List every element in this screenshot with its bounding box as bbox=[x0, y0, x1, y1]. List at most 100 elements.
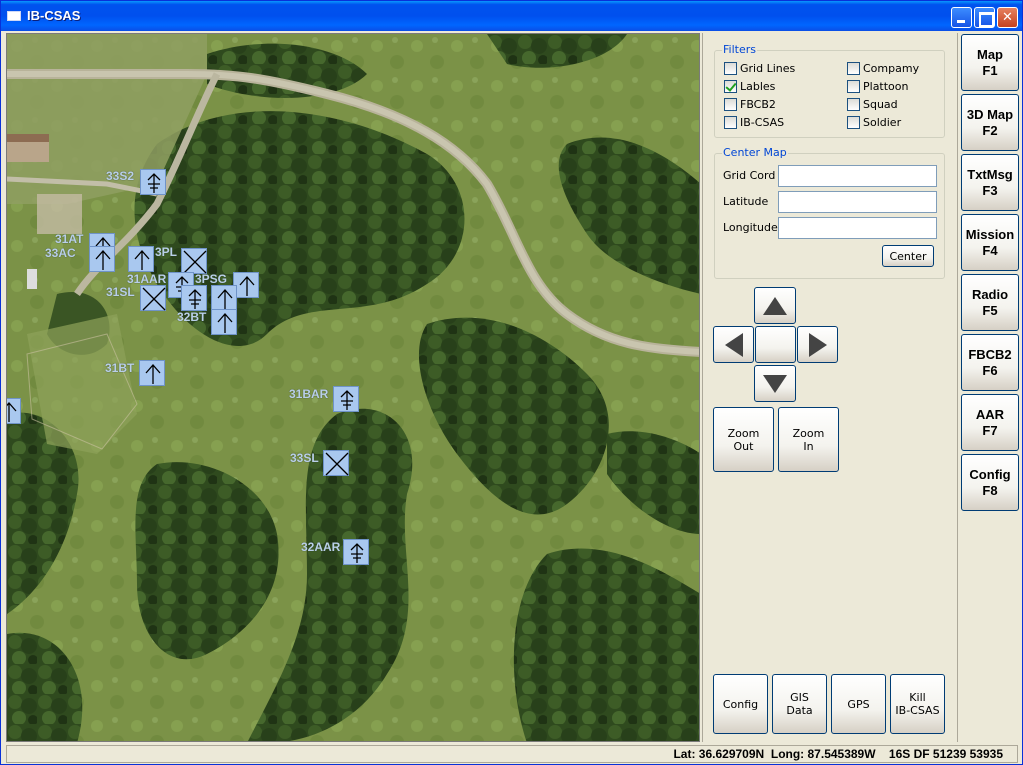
function-key-bar: Map F1 3D Map F2 TxtMsg F3 Mission F4 Radio F… bbox=[957, 33, 1022, 742]
pan-right-button[interactable] bbox=[797, 326, 838, 363]
center-map-group: Center Map Grid Cord Latitude Longitude … bbox=[714, 146, 945, 279]
config-button[interactable]: Config bbox=[713, 674, 768, 734]
unit-arrow-icon[interactable] bbox=[7, 398, 21, 424]
latitude-input[interactable] bbox=[778, 191, 937, 213]
fbcb2-f6-button[interactable]: FBCB2 F6 bbox=[961, 334, 1019, 391]
unit-label: 3PL bbox=[155, 245, 178, 259]
unit-label: 33SL bbox=[290, 451, 319, 465]
fkey-shortcut: F3 bbox=[982, 182, 998, 198]
arrow-up-icon bbox=[763, 296, 787, 315]
config-f8-button[interactable]: Config F8 bbox=[961, 454, 1019, 511]
grid-cord-label: Grid Cord bbox=[723, 169, 776, 182]
unit-antenna-icon[interactable] bbox=[333, 386, 359, 412]
checkbox-label: IB-CSAS bbox=[740, 116, 785, 129]
fkey-label: FBCB2 bbox=[968, 346, 1012, 362]
checkbox-label: Squad bbox=[863, 98, 898, 111]
minimize-button[interactable] bbox=[951, 7, 972, 28]
filter-squad[interactable]: Squad bbox=[847, 98, 898, 111]
unit-arrow-icon[interactable] bbox=[211, 309, 237, 335]
window-title: IB-CSAS bbox=[27, 8, 81, 23]
filters-title: Filters bbox=[722, 43, 757, 56]
zoom-in-button[interactable]: Zoom In bbox=[778, 407, 839, 472]
squad-checkbox[interactable] bbox=[847, 98, 860, 111]
center-button[interactable]: Center bbox=[882, 245, 934, 267]
unit-antenna-icon[interactable] bbox=[140, 169, 166, 195]
fkey-shortcut: F5 bbox=[982, 302, 998, 318]
control-panel: Filters Grid Lines Lables FBCB2 IB-CSAS … bbox=[702, 33, 956, 742]
gis-data-button[interactable]: GIS Data bbox=[772, 674, 827, 734]
fkey-shortcut: F7 bbox=[982, 422, 998, 438]
pan-up-button[interactable] bbox=[754, 287, 796, 324]
unit-label: 31BAR bbox=[289, 387, 329, 401]
labels-checkbox[interactable] bbox=[724, 80, 737, 93]
app-window: IB-CSAS ✕ 33S2 31AT 33AC 3PL 31AAR 3PSG … bbox=[0, 0, 1023, 765]
gps-button[interactable]: GPS bbox=[831, 674, 886, 734]
satellite-map[interactable]: 33S2 31AT 33AC 3PL 31AAR 3PSG 31SL 32BT … bbox=[6, 33, 700, 742]
unit-label: 33AC bbox=[45, 246, 76, 260]
platoon-checkbox[interactable] bbox=[847, 80, 860, 93]
filter-grid-lines[interactable]: Grid Lines bbox=[724, 62, 795, 75]
soldier-checkbox[interactable] bbox=[847, 116, 860, 129]
arrow-down-icon bbox=[763, 374, 787, 393]
unit-label: 33S2 bbox=[106, 169, 135, 183]
status-bar: Lat: 36.629709N Long: 87.545389W 16S DF … bbox=[6, 745, 1018, 763]
grid-cord-input[interactable] bbox=[778, 165, 937, 187]
unit-label: 3PSG bbox=[195, 272, 228, 286]
longitude-input[interactable] bbox=[778, 217, 937, 239]
filter-ib-csas[interactable]: IB-CSAS bbox=[724, 116, 784, 129]
unit-x-icon[interactable] bbox=[140, 285, 166, 311]
pan-down-button[interactable] bbox=[754, 365, 796, 402]
unit-x-icon[interactable] bbox=[323, 450, 349, 476]
pan-center-button[interactable] bbox=[755, 326, 796, 363]
filter-platoon[interactable]: Plattoon bbox=[847, 80, 909, 93]
grid-lines-checkbox[interactable] bbox=[724, 62, 737, 75]
filters-group: Filters Grid Lines Lables FBCB2 IB-CSAS … bbox=[714, 43, 945, 138]
unit-antenna-icon[interactable] bbox=[343, 539, 369, 565]
fkey-shortcut: F2 bbox=[982, 122, 998, 138]
app-window-icon bbox=[7, 11, 21, 21]
filter-company[interactable]: Compamy bbox=[847, 62, 919, 75]
checkbox-label: Soldier bbox=[863, 116, 902, 129]
checkbox-label: Plattoon bbox=[863, 80, 909, 93]
unit-label: 31AAR bbox=[127, 272, 167, 286]
map-f1-button[interactable]: Map F1 bbox=[961, 34, 1019, 91]
latitude-readout: Lat: 36.629709N bbox=[673, 747, 765, 761]
maximize-button[interactable] bbox=[974, 7, 995, 28]
longitude-readout: Long: 87.545389W bbox=[770, 747, 876, 761]
coordinate-readout: Lat: 36.629709N Long: 87.545389W 16S DF … bbox=[673, 747, 1003, 761]
filter-labels[interactable]: Lables bbox=[724, 80, 775, 93]
unit-arrow-icon[interactable] bbox=[128, 246, 154, 272]
title-bar[interactable]: IB-CSAS ✕ bbox=[1, 1, 1022, 31]
mission-f4-button[interactable]: Mission F4 bbox=[961, 214, 1019, 271]
arrow-left-icon bbox=[724, 332, 743, 357]
pan-left-button[interactable] bbox=[713, 326, 754, 363]
txtmsg-f3-button[interactable]: TxtMsg F3 bbox=[961, 154, 1019, 211]
unit-arrow-icon[interactable] bbox=[211, 285, 237, 311]
unit-x-icon[interactable] bbox=[181, 248, 207, 274]
kill-ib-csas-button[interactable]: Kill IB-CSAS bbox=[890, 674, 945, 734]
filter-fbcb2[interactable]: FBCB2 bbox=[724, 98, 776, 111]
fkey-label: TxtMsg bbox=[967, 166, 1013, 182]
fkey-label: AAR bbox=[975, 406, 1005, 422]
fkey-shortcut: F6 bbox=[982, 362, 998, 378]
unit-label: 32AAR bbox=[301, 540, 341, 554]
unit-arrow-icon[interactable] bbox=[139, 360, 165, 386]
fkey-shortcut: F8 bbox=[982, 482, 998, 498]
unit-arrow-icon[interactable] bbox=[89, 246, 115, 272]
checkbox-label: FBCB2 bbox=[740, 98, 776, 111]
ib-csas-checkbox[interactable] bbox=[724, 116, 737, 129]
company-checkbox[interactable] bbox=[847, 62, 860, 75]
radio-f5-button[interactable]: Radio F5 bbox=[961, 274, 1019, 331]
filter-soldier[interactable]: Soldier bbox=[847, 116, 901, 129]
center-map-title: Center Map bbox=[722, 146, 788, 159]
zoom-out-button[interactable]: Zoom Out bbox=[713, 407, 774, 472]
fbcb2-checkbox[interactable] bbox=[724, 98, 737, 111]
close-button[interactable]: ✕ bbox=[997, 7, 1018, 28]
aar-f7-button[interactable]: AAR F7 bbox=[961, 394, 1019, 451]
fkey-shortcut: F1 bbox=[982, 62, 998, 78]
unit-antenna-icon[interactable] bbox=[181, 285, 207, 311]
unit-label: 31SL bbox=[106, 285, 135, 299]
fkey-label: 3D Map bbox=[966, 106, 1014, 122]
fkey-shortcut: F4 bbox=[982, 242, 998, 258]
3d-map-f2-button[interactable]: 3D Map F2 bbox=[961, 94, 1019, 151]
